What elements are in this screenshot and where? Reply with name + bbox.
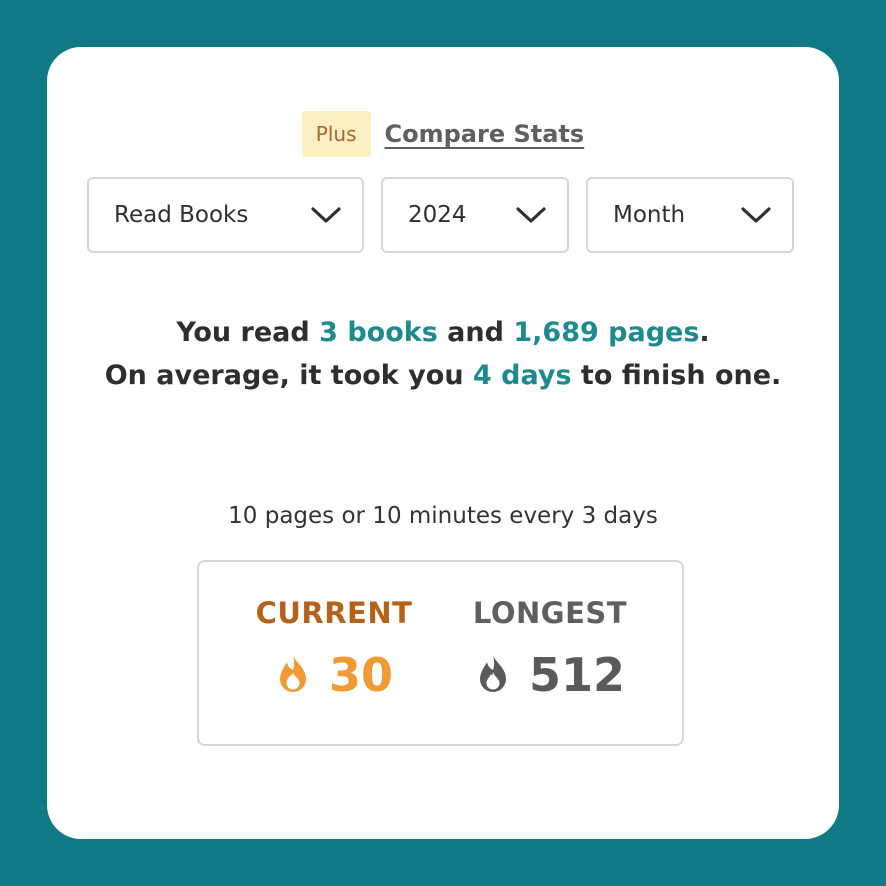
reading-summary: You read 3 books and 1,689 pages. On ave…	[87, 311, 799, 397]
current-streak-value: 30	[328, 648, 393, 702]
period-dropdown-value: Month	[613, 202, 686, 228]
plus-badge: Plus	[301, 111, 371, 157]
current-streak: CURRENT 30	[234, 596, 434, 702]
streak-box: CURRENT 30 LONGEST 512	[197, 560, 684, 746]
summary-text: and	[437, 317, 514, 348]
current-streak-value-row: 30	[234, 648, 434, 702]
summary-text: .	[699, 317, 710, 348]
metric-dropdown[interactable]: Read Books	[87, 177, 364, 253]
stats-card: Plus Compare Stats Read Books 2024 Month…	[47, 47, 839, 839]
longest-streak-label: LONGEST	[472, 596, 628, 630]
current-streak-label: CURRENT	[255, 596, 413, 630]
flame-icon	[275, 652, 311, 698]
longest-streak: LONGEST 512	[450, 596, 650, 702]
books-count: 3 books	[319, 317, 438, 348]
pages-count: 1,689 pages	[513, 317, 700, 348]
summary-text: to finish one.	[571, 360, 782, 391]
period-dropdown[interactable]: Month	[586, 177, 794, 253]
longest-streak-value-row: 512	[450, 648, 650, 702]
year-dropdown-value: 2024	[408, 202, 467, 228]
summary-text: You read	[176, 317, 320, 348]
chevron-down-icon	[515, 206, 547, 224]
chevron-down-icon	[740, 206, 772, 224]
flame-icon	[475, 652, 511, 698]
metric-dropdown-value: Read Books	[114, 202, 249, 228]
compare-stats-link[interactable]: Compare Stats	[385, 120, 585, 148]
reading-goal: 10 pages or 10 minutes every 3 days	[228, 503, 658, 529]
compare-row: Plus Compare Stats	[47, 111, 839, 157]
average-days: 4 days	[472, 360, 572, 391]
summary-text: On average, it took you	[104, 360, 473, 391]
year-dropdown[interactable]: 2024	[381, 177, 569, 253]
chevron-down-icon	[310, 206, 342, 224]
longest-streak-value: 512	[528, 648, 626, 702]
